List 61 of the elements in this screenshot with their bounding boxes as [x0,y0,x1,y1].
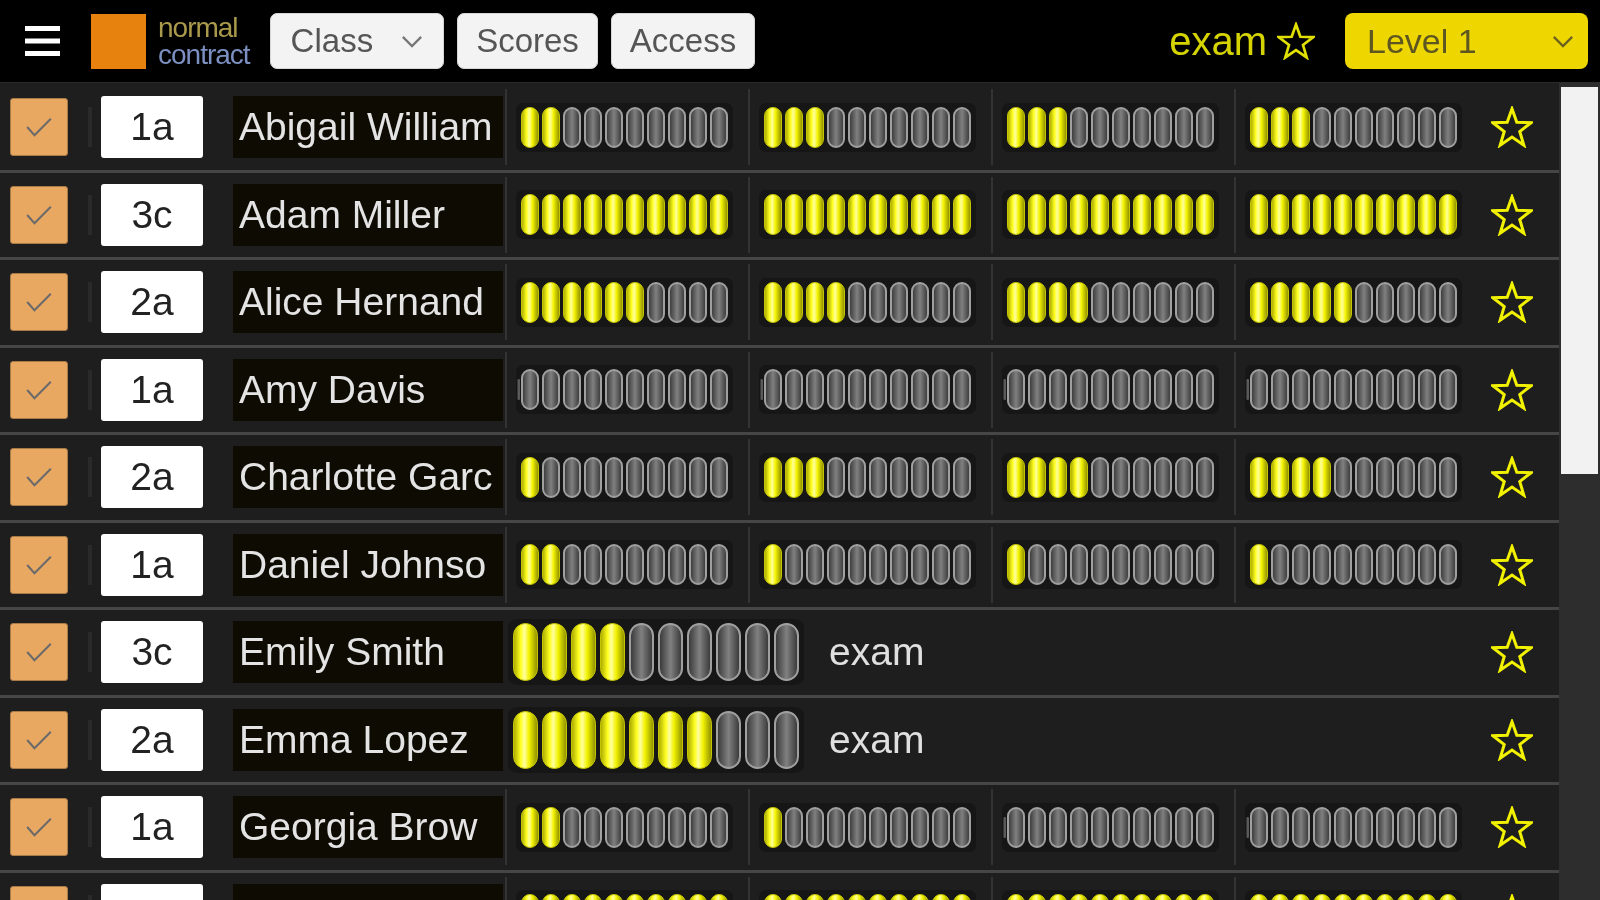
student-name: Adam Miller [233,183,503,246]
checkmark-icon [25,642,53,663]
checkbox[interactable] [10,798,68,857]
checkbox[interactable] [10,710,68,769]
logo-icon [91,13,146,69]
class-tag: 1a [101,358,203,421]
class-tag: 1a [101,796,203,859]
student-name: Daniel Johnso [233,533,503,596]
student-name: Abigail William [233,96,503,159]
student-name: Emma Lopez [233,708,503,771]
toolbar-button[interactable]: Scores [457,13,598,69]
exam-label: exam [829,717,925,762]
star-icon[interactable] [1491,281,1533,324]
menu-icon[interactable] [25,26,60,56]
checkbox[interactable] [10,185,68,244]
class-tag: 3c [101,621,203,684]
star-icon[interactable] [1491,631,1533,674]
student-name: Emily Smith [233,621,503,684]
class-tag: 3c [101,183,203,246]
class-tag: 2a [101,708,203,771]
star-icon[interactable] [1491,718,1533,761]
star-icon[interactable] [1491,456,1533,499]
student-name: Amy Davis [233,358,503,421]
chevron-down-icon [401,34,424,48]
star-icon[interactable] [1491,193,1533,236]
checkbox[interactable] [10,98,68,157]
scrollbar-thumb[interactable] [1561,87,1598,474]
class-tag: 1a [101,533,203,596]
checkbox[interactable] [10,273,68,332]
checkmark-icon [25,379,53,400]
scrollbar[interactable] [1559,82,1600,900]
student-name: Georgia Brow [233,796,503,859]
checkmark-icon [25,467,53,488]
level-dropdown[interactable]: Level 1 [1345,13,1588,69]
exam-label: exam [829,630,925,675]
filter-label: exam [1169,18,1267,64]
student-name: Charlotte Garc [233,446,503,509]
toolbar-button[interactable]: Access [610,13,756,69]
checkbox[interactable] [10,360,68,419]
checkmark-icon [25,204,53,225]
class-tag: 2a [101,446,203,509]
checkmark-icon [25,117,53,138]
checkmark-icon [25,817,53,838]
star-icon[interactable] [1491,806,1533,849]
checkmark-icon [25,292,53,313]
class-tag: 1a [101,96,203,159]
checkmark-icon [25,554,53,575]
chevron-down-icon [1552,34,1574,48]
checkbox[interactable] [10,535,68,594]
star-icon[interactable] [1277,22,1315,60]
checkbox[interactable] [10,448,68,507]
class-tag: 2a [101,271,203,334]
star-icon[interactable] [1491,106,1533,149]
checkmark-icon [25,729,53,750]
star-icon[interactable] [1491,543,1533,586]
logo-text: contract [158,41,250,68]
student-name: Alice Hernand [233,271,503,334]
class-dropdown[interactable]: Class [269,13,445,69]
checkbox[interactable] [10,623,68,682]
star-icon[interactable] [1491,368,1533,411]
logo-text: normal [158,14,238,41]
